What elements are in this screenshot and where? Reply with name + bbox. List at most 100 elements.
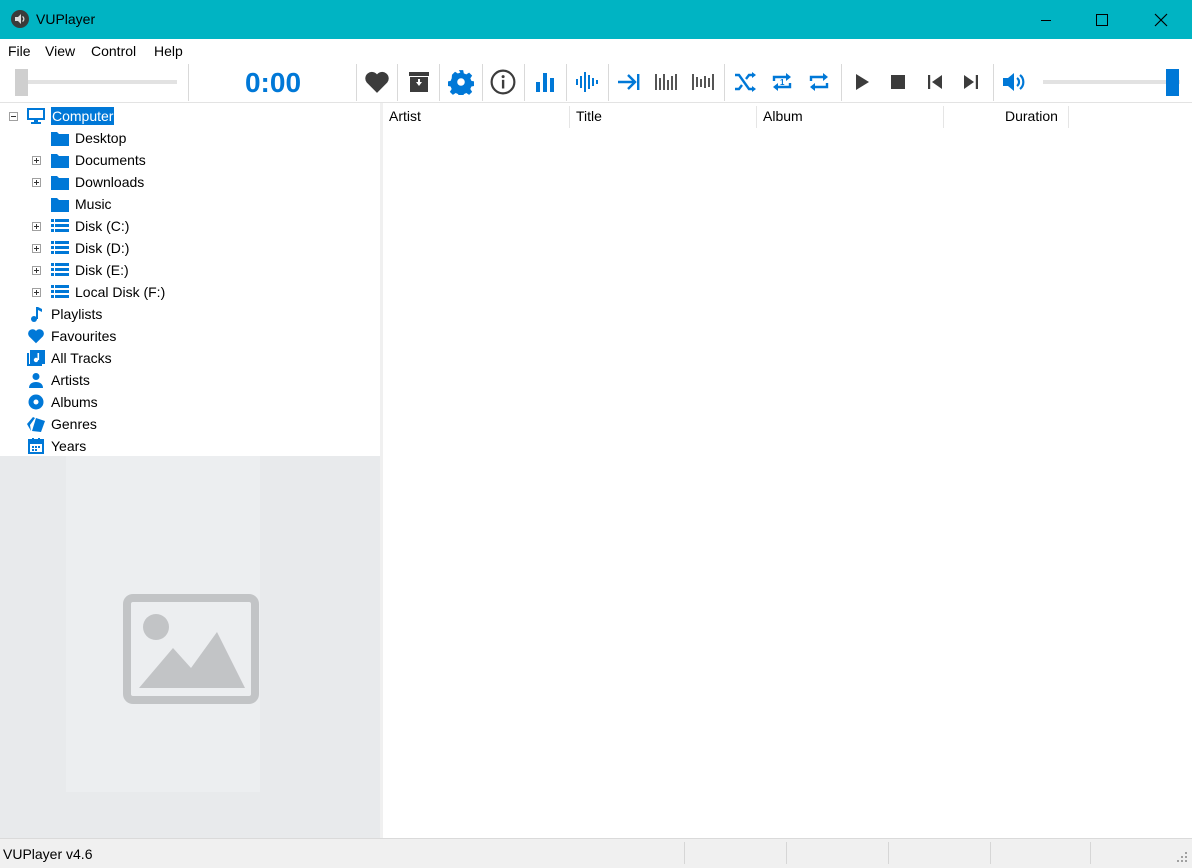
window-title: VUPlayer	[36, 11, 96, 27]
tree-item-disk-c[interactable]: Disk (C:)	[0, 216, 380, 236]
play-button[interactable]	[846, 66, 878, 98]
tree-item-downloads[interactable]: Downloads	[0, 172, 380, 192]
tree-item-years[interactable]: Years	[0, 436, 380, 456]
mute-button[interactable]	[998, 66, 1030, 98]
person-icon	[27, 371, 45, 389]
tree-item-favourites[interactable]: Favourites	[0, 326, 380, 346]
menu-view[interactable]: View	[45, 43, 75, 59]
title-bar: VUPlayer	[0, 0, 1192, 39]
menu-file[interactable]: File	[8, 43, 31, 59]
tree-item-documents[interactable]: Documents	[0, 150, 380, 170]
visualizer-waveform-button[interactable]	[571, 66, 603, 98]
vu-meter-button[interactable]	[650, 66, 682, 98]
column-header-album[interactable]: Album	[763, 103, 803, 130]
maximize-button[interactable]	[1079, 0, 1125, 39]
tree-item-label: All Tracks	[51, 350, 112, 366]
expand-icon[interactable]	[32, 288, 41, 297]
tracks-icon	[27, 349, 45, 367]
expand-icon[interactable]	[32, 222, 41, 231]
toolbar-divider	[608, 64, 609, 101]
previous-button[interactable]	[919, 66, 951, 98]
info-button[interactable]	[487, 66, 519, 98]
playlist-view[interactable]	[383, 103, 1192, 838]
favourite-button[interactable]	[361, 66, 393, 98]
tree-item-genres[interactable]: Genres	[0, 414, 380, 434]
seek-slider[interactable]	[15, 80, 177, 84]
tree-item-label: Documents	[75, 152, 146, 168]
calendar-icon	[27, 437, 45, 455]
play-icon	[856, 74, 869, 90]
library-tree[interactable]: Computer Desktop Documents Downloads Music Di…	[0, 103, 380, 456]
tree-item-playlists[interactable]: Playlists	[0, 304, 380, 324]
folder-icon	[51, 129, 69, 147]
column-divider[interactable]	[756, 106, 757, 128]
repeat-all-button[interactable]	[803, 66, 835, 98]
column-header-duration[interactable]: Duration	[1005, 103, 1058, 130]
volume-slider[interactable]	[1043, 80, 1180, 84]
minimize-button[interactable]	[1023, 0, 1069, 39]
expand-icon[interactable]	[32, 156, 41, 165]
tree-item-label: Genres	[51, 416, 97, 432]
next-button[interactable]	[955, 66, 987, 98]
tree-item-label: Disk (C:)	[75, 218, 130, 234]
tree-item-label: Artists	[51, 372, 90, 388]
shuffle-button[interactable]	[729, 66, 761, 98]
status-divider	[684, 842, 685, 864]
tree-item-computer[interactable]: Computer	[0, 106, 380, 126]
expand-icon[interactable]	[32, 178, 41, 187]
tree-item-all-tracks[interactable]: All Tracks	[0, 348, 380, 368]
close-button[interactable]	[1138, 0, 1184, 39]
drive-icon	[51, 261, 69, 279]
tree-item-artists[interactable]: Artists	[0, 370, 380, 390]
tree-item-label: Desktop	[75, 130, 127, 146]
expand-icon[interactable]	[32, 244, 41, 253]
menu-control[interactable]: Control	[91, 43, 136, 59]
close-icon	[1154, 13, 1168, 26]
tree-item-label: Computer	[51, 107, 115, 125]
archive-icon	[409, 72, 429, 92]
stop-button[interactable]	[882, 66, 914, 98]
gear-icon	[448, 70, 474, 95]
artwork-pane	[0, 456, 380, 838]
tree-item-label: Disk (E:)	[75, 262, 129, 278]
maximize-icon	[1096, 13, 1108, 26]
tree-item-local-disk-f[interactable]: Local Disk (F:)	[0, 282, 380, 302]
collapse-icon[interactable]	[9, 112, 18, 121]
tree-item-music[interactable]: Music	[0, 194, 380, 214]
tree-item-disk-d[interactable]: Disk (D:)	[0, 238, 380, 258]
seek-slider-thumb[interactable]	[15, 69, 28, 96]
toolbar-divider	[188, 64, 189, 101]
archive-button[interactable]	[403, 66, 435, 98]
tree-item-disk-e[interactable]: Disk (E:)	[0, 260, 380, 280]
toolbar-divider	[439, 64, 440, 101]
column-divider[interactable]	[943, 106, 944, 128]
column-header-artist[interactable]: Artist	[389, 103, 421, 130]
app-logo-icon	[11, 10, 29, 28]
repeat-one-button[interactable]: 1	[766, 66, 798, 98]
stop-icon	[891, 75, 905, 89]
skip-to-end-button[interactable]	[613, 66, 645, 98]
shuffle-icon	[735, 72, 756, 92]
expand-icon[interactable]	[32, 266, 41, 275]
tree-item-label: Favourites	[51, 328, 117, 344]
tree-item-desktop[interactable]: Desktop	[0, 128, 380, 148]
column-header-title[interactable]: Title	[576, 103, 602, 130]
visualizer-bars-button[interactable]	[529, 66, 561, 98]
volume-slider-thumb[interactable]	[1166, 69, 1179, 96]
skip-to-end-icon	[618, 74, 640, 90]
menu-help[interactable]: Help	[154, 43, 183, 59]
settings-button[interactable]	[445, 66, 477, 98]
monitor-icon	[27, 107, 45, 125]
status-divider	[888, 842, 889, 864]
repeat-one-icon: 1	[772, 73, 792, 91]
vu-meter-alt-button[interactable]	[687, 66, 719, 98]
toolbar-divider	[841, 64, 842, 101]
resize-grip-icon[interactable]	[1176, 851, 1188, 863]
info-icon	[490, 69, 516, 95]
toolbar-divider	[566, 64, 567, 101]
tree-item-albums[interactable]: Albums	[0, 392, 380, 412]
column-divider[interactable]	[1068, 106, 1069, 128]
status-divider	[990, 842, 991, 864]
svg-text:1: 1	[780, 78, 785, 87]
column-divider[interactable]	[569, 106, 570, 128]
